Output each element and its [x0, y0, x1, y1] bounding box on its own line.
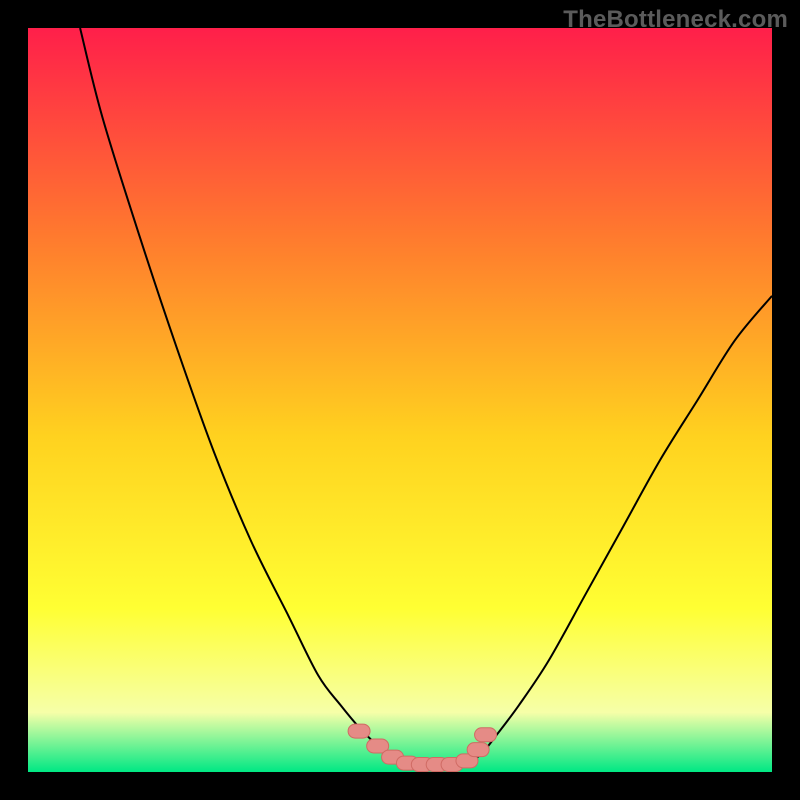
marker-point [348, 724, 370, 738]
chart-frame: TheBottleneck.com [0, 0, 800, 800]
plot-area [28, 28, 772, 772]
marker-point [467, 743, 489, 757]
gradient-background [28, 28, 772, 772]
chart-svg [28, 28, 772, 772]
marker-point [475, 728, 497, 742]
watermark-text: TheBottleneck.com [563, 6, 788, 34]
